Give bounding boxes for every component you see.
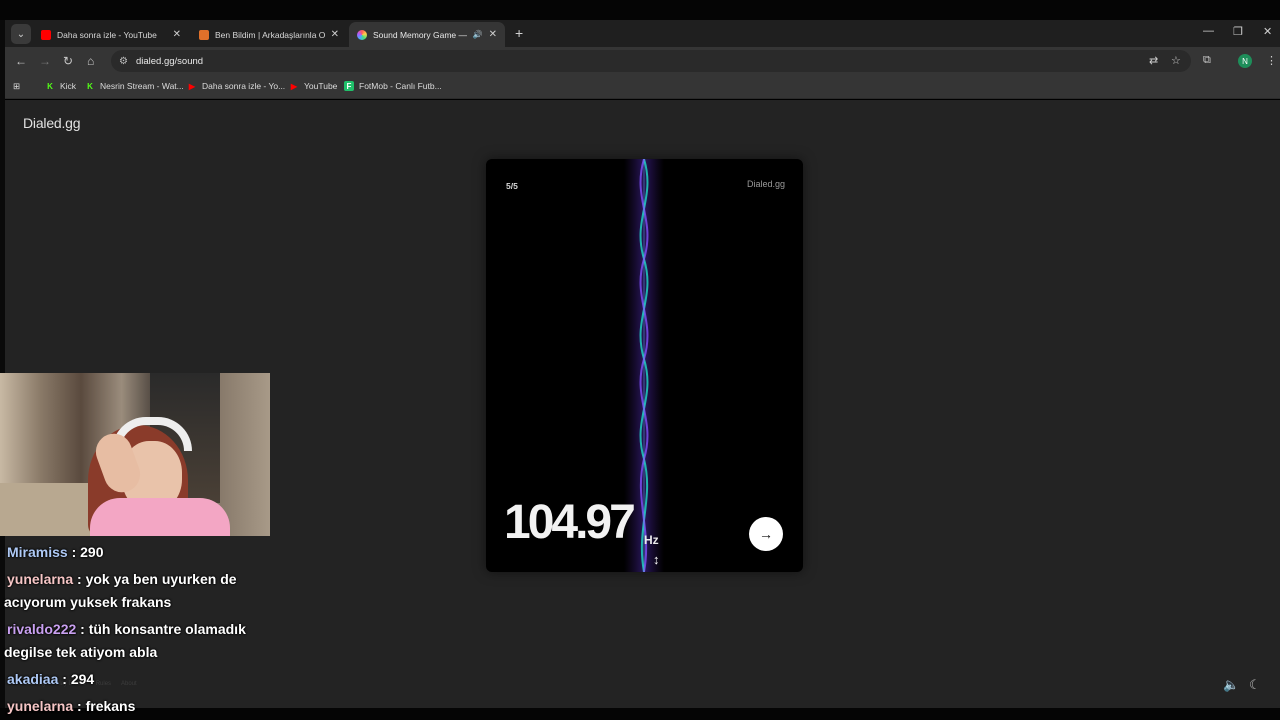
screen: ⌄ Daha sonra izle - YouTube ✕ Ben Bildim… [0,0,1280,720]
tab-strip: ⌄ Daha sonra izle - YouTube ✕ Ben Bildim… [5,20,1280,47]
youtube-icon [41,29,51,40]
stream-chat: Miramiss : 290 yunelarna : yok ya ben uy… [4,541,274,718]
close-icon[interactable]: ✕ [331,29,339,40]
bookmark-fotmob[interactable]: F FotMob - Canlı Futb... [344,81,442,91]
game-icon [199,29,209,40]
next-button[interactable]: → [749,517,783,551]
tab-title: Ben Bildim | Arkadaşlarınla Onl [215,29,325,40]
address-url: dialed.gg/sound [135,55,204,67]
bookmark-label: Kick [60,81,77,91]
chat-text: : 290 [67,544,104,560]
browser-toolbar: ← → ↻ ⌂ ⚙ dialed.gg/sound ⇄ ☆ ⧉ N ⋮ [5,47,1280,75]
new-tab-button[interactable]: + [515,25,523,41]
chat-message: yunelarna : yok ya ben uyurken de acıyor… [4,568,274,614]
tab-sound-memory-game[interactable]: Sound Memory Game — H 🔊 ✕ [349,22,505,47]
profile-avatar[interactable]: N [1238,54,1252,68]
bookmark-watch-later[interactable]: ▶ Daha sonra izle - Yo... [187,81,285,91]
chat-username: akadiaa [7,671,59,687]
chat-message: yunelarna : frekans [4,695,274,718]
sound-toggle-icon[interactable]: 🔈 [1223,677,1239,693]
chat-message: Miramiss : 290 [4,541,274,564]
webcam-overlay [0,373,270,536]
audio-playing-icon[interactable]: 🔊 [473,30,483,39]
reload-icon[interactable]: ↻ [63,54,73,68]
minimize-button[interactable]: — [1203,25,1214,37]
translate-icon[interactable]: ⇄ [1149,54,1158,67]
address-bar[interactable]: ⚙ dialed.gg/sound [111,50,1191,72]
bookmarks-bar: ⊞ K Kick K Nesrin Stream - Wat... ▶ Daha… [5,75,1280,99]
chat-username: Miramiss [7,544,68,560]
bookmark-label: FotMob - Canlı Futb... [359,81,442,91]
restore-button[interactable]: ❐ [1233,25,1243,38]
chat-message: akadiaa : 294 [4,668,274,691]
tab-search-button[interactable]: ⌄ [11,24,31,44]
resize-cursor-icon: ↕ [653,552,660,567]
bookmark-star-icon[interactable]: ☆ [1171,54,1181,67]
extensions-icon[interactable]: ⧉ [1203,54,1211,67]
kick-icon: K [47,81,53,91]
frequency-value: 104.97 [504,496,636,549]
bookmark-label: YouTube [304,81,338,91]
apps-grid-icon[interactable]: ⊞ [13,81,20,92]
site-logo[interactable]: Dialed.gg [23,115,81,131]
tab-title: Daha sonra izle - YouTube [57,29,157,40]
kick-icon: K [87,81,93,91]
top-black-bar [0,0,1280,20]
bookmark-label: Daha sonra izle - Yo... [202,81,286,91]
site-settings-icon[interactable]: ⚙ [119,56,128,67]
chat-username: yunelarna [7,571,74,587]
frequency-unit: Hz [644,533,659,547]
fotmob-icon: F [344,81,354,91]
chat-text: : 294 [58,671,95,687]
chat-message: rivaldo222 : tüh konsantre olamadık degi… [4,618,274,664]
bookmark-youtube[interactable]: ▶ YouTube [289,81,337,91]
forward-arrow-icon[interactable]: → [39,54,51,68]
round-counter: 5/5 [506,181,518,191]
tab-ben-bildim[interactable]: Ben Bildim | Arkadaşlarınla Onl ✕ [191,22,347,47]
dialed-favicon-icon [357,29,367,40]
youtube-icon: ▶ [188,81,196,91]
game-card: 5/5 Dialed.gg 104.97 Hz ↕ → [486,159,803,572]
menu-kebab-icon[interactable]: ⋮ [1266,54,1277,67]
close-icon[interactable]: ✕ [173,29,181,40]
back-arrow-icon[interactable]: ← [15,54,27,68]
tab-title: Sound Memory Game — H [373,29,469,40]
youtube-icon: ▶ [290,81,298,91]
close-icon[interactable]: ✕ [489,29,497,40]
home-icon[interactable]: ⌂ [87,54,94,68]
card-brand: Dialed.gg [746,179,785,189]
bookmark-kick[interactable]: K Kick [45,81,76,91]
theme-toggle-icon[interactable]: ☾ [1249,677,1261,693]
chat-username: rivaldo222 [7,621,77,637]
window-close-button[interactable]: ✕ [1263,25,1272,38]
bookmark-nesrin-stream[interactable]: K Nesrin Stream - Wat... [85,81,184,91]
bookmark-label: Nesrin Stream - Wat... [100,81,184,91]
chat-username: yunelarna [7,698,74,714]
tab-youtube-watch-later[interactable]: Daha sonra izle - YouTube ✕ [33,22,189,47]
chat-text: : frekans [73,698,136,714]
